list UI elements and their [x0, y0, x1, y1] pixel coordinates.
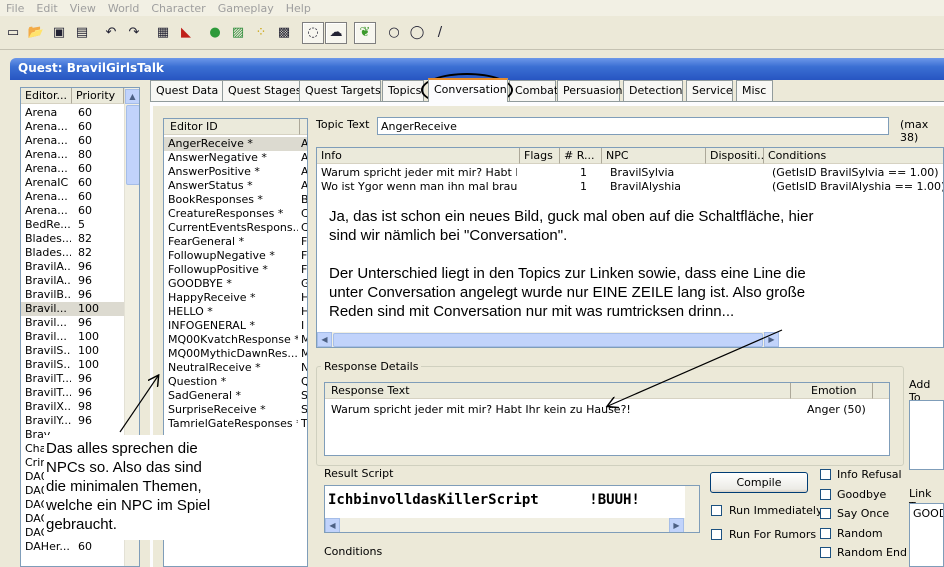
arrow-to-response: [608, 329, 783, 406]
arrow-to-topics: [119, 376, 158, 433]
tab-conversation[interactable]: Conversation: [428, 78, 508, 102]
